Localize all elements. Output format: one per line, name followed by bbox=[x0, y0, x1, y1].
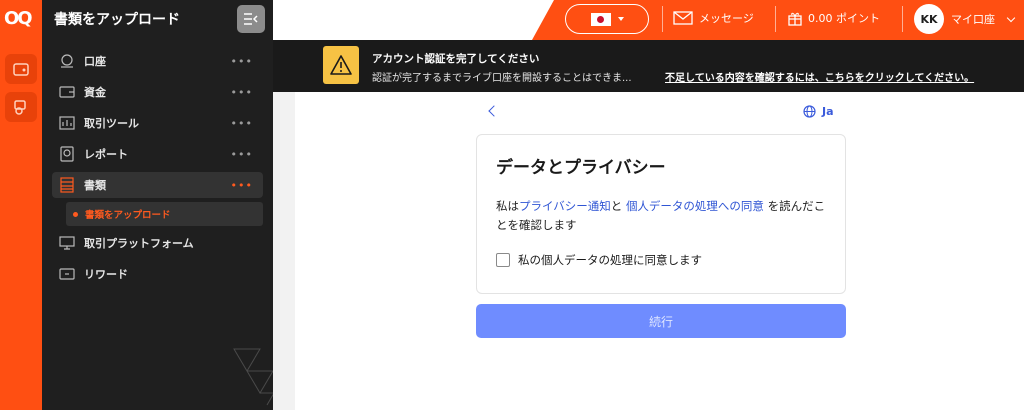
consent-link[interactable]: 個人データの処理への同意 bbox=[626, 199, 764, 213]
left-rail: OQ bbox=[0, 0, 42, 410]
more-options-icon[interactable]: ••• bbox=[231, 86, 253, 99]
rail-wallet-button[interactable] bbox=[5, 54, 37, 84]
avatar[interactable]: KK bbox=[914, 4, 944, 34]
account-icon bbox=[58, 52, 76, 70]
sidebar-item-label: リワード bbox=[84, 268, 128, 281]
report-icon bbox=[58, 145, 76, 163]
documents-icon bbox=[58, 176, 76, 194]
main-left-gutter bbox=[273, 92, 295, 410]
rewards-icon bbox=[58, 265, 76, 283]
header-divider bbox=[902, 6, 903, 32]
sidebar-subitem-upload-documents[interactable]: 書類をアップロード bbox=[66, 202, 263, 226]
statement-and: と bbox=[610, 199, 623, 213]
sidebar-item-trading-platform[interactable]: 取引プラットフォーム bbox=[52, 230, 263, 256]
privacy-statement: 私はプライバシー通知と 個人データの処理への同意 を読んだことを確認します bbox=[496, 197, 831, 235]
header-divider bbox=[775, 6, 776, 32]
points-link[interactable]: 0.00 ポイント bbox=[788, 10, 880, 26]
sidebar: 書類をアップロード 口座 ••• 資金 ••• 取引ツール ••• レポート •… bbox=[42, 0, 273, 410]
wallet-icon bbox=[58, 83, 76, 101]
points-label: 0.00 ポイント bbox=[808, 12, 880, 25]
banner-details-link[interactable]: 不足している内容を確認するには、こちらをクリックしてください。 bbox=[665, 69, 974, 84]
more-options-icon[interactable]: ••• bbox=[231, 148, 253, 161]
messages-link[interactable]: メッセージ bbox=[673, 10, 754, 26]
chevron-down-icon bbox=[617, 17, 624, 21]
sidebar-item-account[interactable]: 口座 ••• bbox=[52, 48, 263, 74]
sidebar-item-rewards[interactable]: リワード bbox=[52, 261, 263, 287]
bullet-icon bbox=[73, 211, 78, 217]
continue-button[interactable]: 続行 bbox=[476, 304, 846, 338]
messages-label: メッセージ bbox=[699, 12, 754, 25]
sidebar-item-documents[interactable]: 書類 ••• bbox=[52, 172, 263, 198]
language-label: Ja bbox=[822, 105, 834, 118]
verification-banner: アカウント認証を完了してください 認証が完了するまでライブ口座を開設することはで… bbox=[273, 40, 1024, 92]
sidebar-item-label: 口座 bbox=[84, 55, 106, 68]
language-switcher[interactable]: Ja bbox=[803, 105, 834, 118]
gift-icon bbox=[788, 12, 802, 26]
transfer-icon bbox=[14, 100, 26, 115]
globe-icon bbox=[803, 105, 816, 118]
statement-prefix: 私は bbox=[496, 199, 519, 213]
decorative-triangles-icon bbox=[233, 348, 273, 406]
warning-icon bbox=[323, 46, 359, 84]
sidebar-item-label: 書類 bbox=[84, 179, 106, 192]
banner-title: アカウント認証を完了してください bbox=[372, 53, 540, 65]
japan-flag-icon bbox=[590, 12, 611, 26]
sidebar-item-trading-tools[interactable]: 取引ツール ••• bbox=[52, 110, 263, 136]
sidebar-item-funds[interactable]: 資金 ••• bbox=[52, 79, 263, 105]
consent-checkbox[interactable] bbox=[496, 253, 510, 267]
more-options-icon[interactable]: ••• bbox=[231, 55, 253, 68]
trading-tools-icon bbox=[58, 114, 76, 132]
header-divider bbox=[662, 6, 663, 32]
collapse-menu-icon bbox=[244, 13, 258, 25]
more-options-icon[interactable]: ••• bbox=[231, 117, 253, 130]
consent-checkbox-label[interactable]: 私の個人データの処理に同意します bbox=[518, 252, 702, 268]
consent-checkbox-row[interactable]: 私の個人データの処理に同意します bbox=[496, 252, 702, 268]
privacy-notice-link[interactable]: プライバシー通知 bbox=[519, 199, 611, 213]
banner-text: 認証が完了するまでライブ口座を開設することはできま... bbox=[372, 73, 632, 84]
language-selector[interactable] bbox=[565, 4, 649, 34]
my-account-label[interactable]: マイ口座 bbox=[951, 11, 995, 27]
platform-icon bbox=[58, 234, 76, 252]
sidebar-item-label: 資金 bbox=[84, 86, 106, 99]
sidebar-item-label: 取引ツール bbox=[84, 117, 139, 130]
page-title: データとプライバシー bbox=[496, 158, 666, 178]
more-options-icon[interactable]: ••• bbox=[231, 179, 253, 192]
mail-icon bbox=[673, 11, 693, 25]
brand-logo[interactable]: OQ bbox=[4, 8, 38, 30]
sidebar-subitem-label: 書類をアップロード bbox=[85, 210, 171, 221]
sidebar-title: 書類をアップロード bbox=[54, 12, 180, 28]
sidebar-item-label: 取引プラットフォーム bbox=[84, 237, 194, 250]
rail-transfer-button[interactable] bbox=[5, 92, 37, 122]
sidebar-collapse-button[interactable] bbox=[237, 5, 265, 33]
wallet-icon bbox=[13, 63, 29, 76]
sidebar-item-label: レポート bbox=[84, 148, 128, 161]
privacy-card: データとプライバシー 私はプライバシー通知と 個人データの処理への同意 を読んだ… bbox=[476, 134, 846, 294]
sidebar-item-reports[interactable]: レポート ••• bbox=[52, 141, 263, 167]
